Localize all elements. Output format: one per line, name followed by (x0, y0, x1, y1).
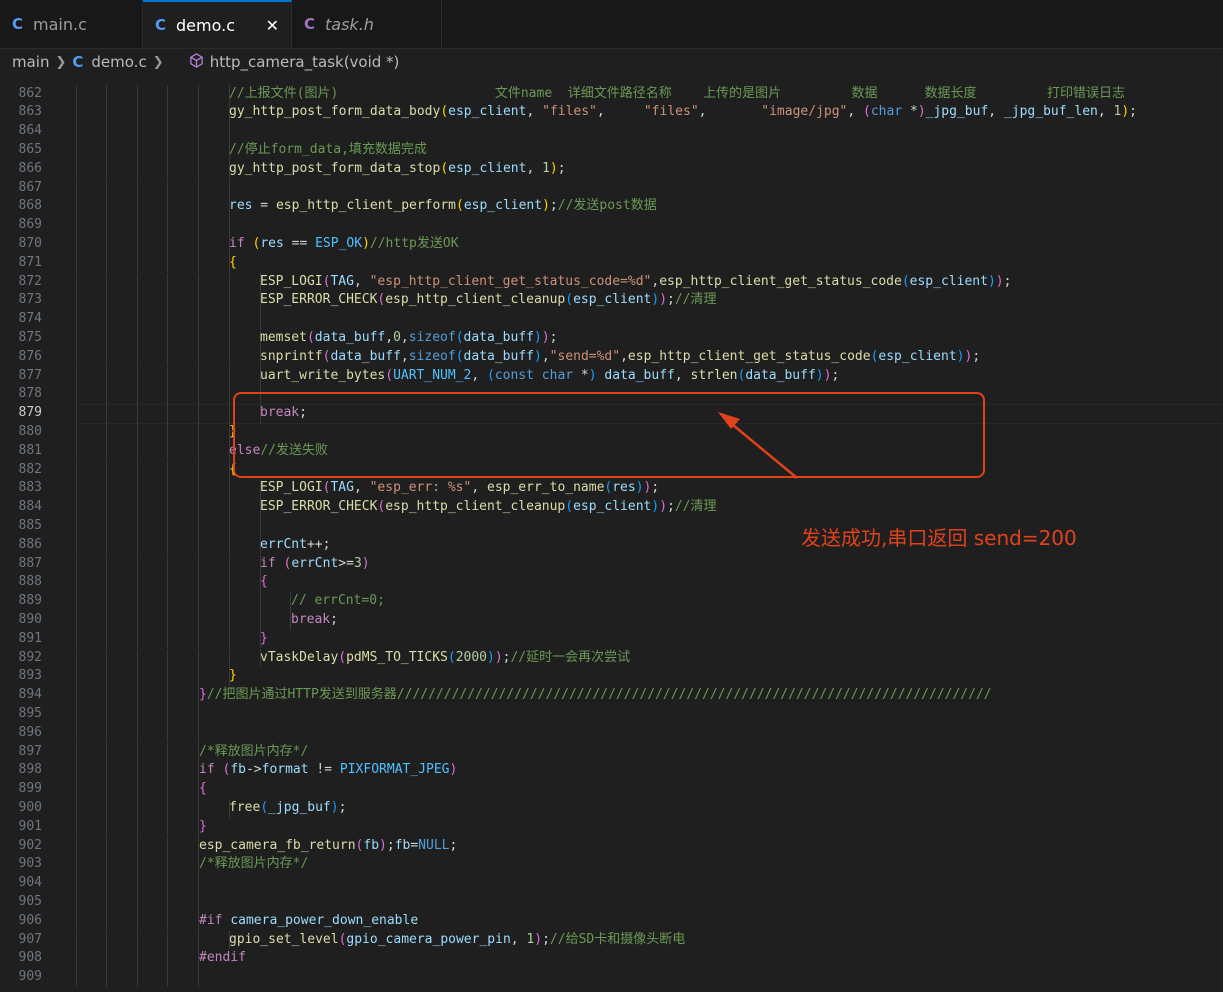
chevron-right-icon: ❯ (55, 54, 67, 70)
breadcrumb-folder[interactable]: main (12, 53, 49, 71)
breadcrumb-symbol[interactable]: http_camera_task(void *) (210, 53, 400, 71)
tab-main-c[interactable]: C main.c (0, 0, 143, 48)
c-header-file-icon: C (304, 15, 316, 33)
chevron-right-icon: ❯ (152, 54, 164, 70)
c-file-icon: C (72, 53, 84, 71)
code-editor[interactable]: 861862//上报文件(图片) 文件name 详细文件路径名称 上传的是图片 … (0, 76, 1223, 992)
tab-demo-c[interactable]: C demo.c ✕ (143, 0, 292, 48)
tab-label: demo.c (176, 15, 235, 35)
annotation-label: 发送成功,串口返回 send=200 (801, 526, 1077, 550)
close-icon[interactable]: ✕ (266, 16, 279, 35)
breadcrumb-file[interactable]: demo.c (91, 53, 146, 71)
breadcrumb: main ❯ C demo.c ❯ http_camera_task(void … (0, 49, 1223, 75)
c-file-icon: C (12, 15, 24, 33)
tab-label: main.c (33, 14, 87, 34)
c-file-icon: C (155, 16, 167, 34)
tab-task-h[interactable]: C task.h (292, 0, 442, 48)
tab-label: task.h (325, 14, 374, 34)
